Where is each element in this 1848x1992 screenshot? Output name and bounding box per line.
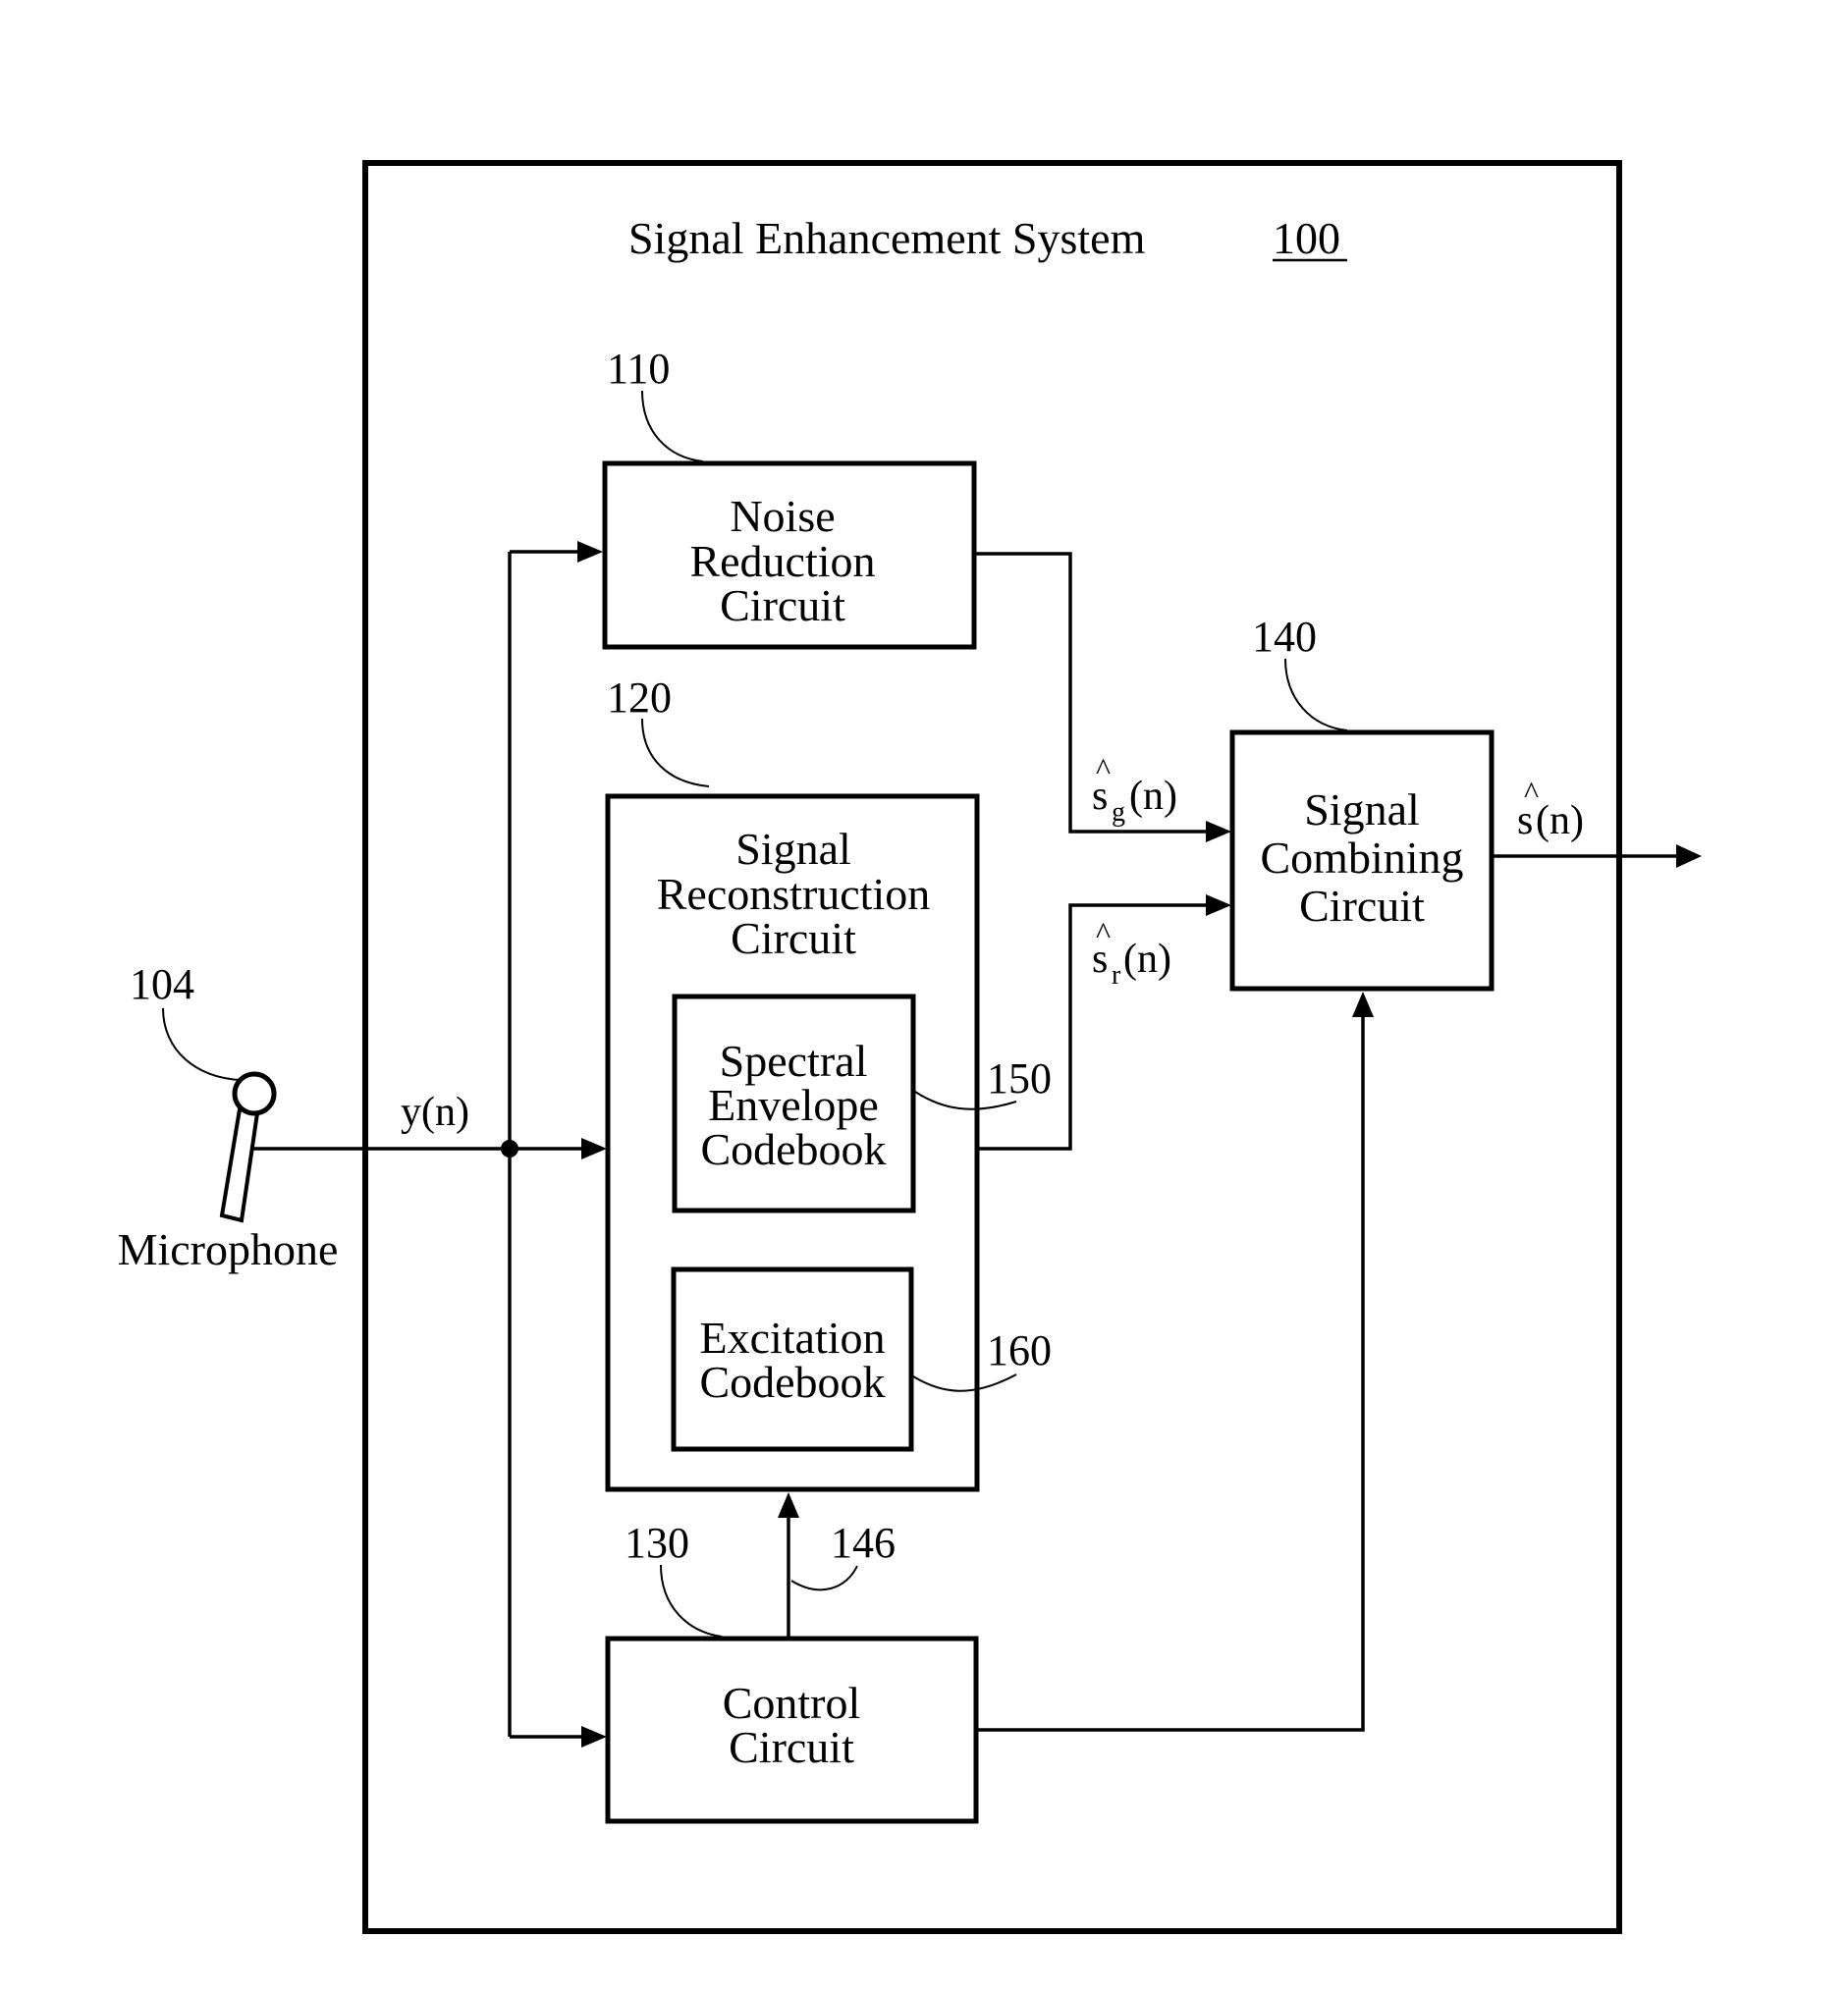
control-leader-line xyxy=(660,1564,723,1638)
signal-reconstruction-label-line1: Signal xyxy=(735,824,851,874)
excitation-ref-number: 160 xyxy=(987,1326,1052,1374)
signal-reconstruction-block[interactable]: 120 Signal Reconstruction Circuit Spectr… xyxy=(605,673,1052,1492)
noise-output-wiring: ^ s g (n) xyxy=(976,552,1231,842)
noise-reduction-leader-line xyxy=(641,390,704,462)
spectral-envelope-ref-number: 150 xyxy=(987,1054,1052,1103)
block-diagram: Signal Enhancement System 100 104 Microp… xyxy=(118,160,1702,1934)
output-base: s xyxy=(1517,798,1533,843)
control-to-reconstruction-link: 146 xyxy=(778,1492,896,1637)
spectral-envelope-label-line3: Codebook xyxy=(700,1124,886,1174)
arrow-control-to-combiner xyxy=(1352,992,1374,1017)
system-boundary xyxy=(362,160,1622,1934)
arrow-to-control xyxy=(581,1726,607,1748)
arrow-control-to-reconstruction xyxy=(778,1492,799,1518)
reconstruction-output-wiring: ^ s r (n) xyxy=(979,894,1231,1151)
input-wiring: y(n) xyxy=(251,541,607,1748)
microphone-label: Microphone xyxy=(118,1224,339,1274)
excitation-label-line1: Excitation xyxy=(699,1313,885,1363)
arrow-to-reconstruction xyxy=(581,1138,607,1159)
system-title: Signal Enhancement System xyxy=(628,213,1146,263)
noise-reduction-label-line2: Reduction xyxy=(689,536,875,586)
sr-argument: (n) xyxy=(1123,937,1171,982)
sr-base: s xyxy=(1092,937,1108,982)
signal-combining-leader-line xyxy=(1284,658,1348,731)
signal-combining-label-line1: Signal xyxy=(1304,784,1420,834)
signal-reconstruction-leader-line xyxy=(641,718,710,787)
noise-reduction-ref-number: 110 xyxy=(607,345,670,393)
signal-reconstruction-ref-number: 120 xyxy=(607,673,672,722)
arrow-sr-to-combiner xyxy=(1206,894,1231,916)
spectral-envelope-label-line1: Spectral xyxy=(720,1036,868,1086)
signal-combining-block[interactable]: 140 Signal Combining Circuit xyxy=(1229,613,1495,992)
control-label-line2: Circuit xyxy=(729,1722,854,1772)
signal-combining-ref-number: 140 xyxy=(1252,613,1317,661)
output-arrow xyxy=(1676,844,1702,868)
sg-subscript: g xyxy=(1112,797,1125,828)
spectral-envelope-label-line2: Envelope xyxy=(708,1080,879,1130)
noise-reduction-block[interactable]: 110 Noise Reduction Circuit xyxy=(602,345,977,650)
sr-subscript: r xyxy=(1112,960,1121,991)
control-link-ref-number: 146 xyxy=(831,1519,896,1567)
output-argument: (n) xyxy=(1536,798,1584,843)
control-link-leader-line xyxy=(790,1565,858,1591)
system-ref-number: 100 xyxy=(1273,213,1340,263)
signal-combining-label-line2: Combining xyxy=(1260,833,1463,883)
microphone-head-icon xyxy=(232,1071,277,1116)
microphone: 104 Microphone xyxy=(118,960,339,1274)
signal-reconstruction-label-line3: Circuit xyxy=(731,913,856,963)
system-output: ^ s (n) xyxy=(1494,775,1702,868)
signal-reconstruction-label-line2: Reconstruction xyxy=(657,869,931,919)
microphone-handle-icon xyxy=(219,1106,260,1223)
spectral-envelope-codebook-block[interactable]: Spectral Envelope Codebook xyxy=(672,994,916,1213)
microphone-ref-number: 104 xyxy=(130,960,194,1008)
noise-reduction-label-line3: Circuit xyxy=(720,580,845,630)
microphone-leader-line xyxy=(162,1007,242,1081)
arrow-sg-to-combiner xyxy=(1206,821,1231,842)
excitation-codebook-block[interactable]: Excitation Codebook xyxy=(671,1266,914,1452)
input-signal-label: y(n) xyxy=(401,1090,469,1135)
control-ref-number: 130 xyxy=(625,1519,689,1567)
noise-reduction-label-line1: Noise xyxy=(730,491,835,541)
control-block[interactable]: 130 Control Circuit xyxy=(605,1519,979,1824)
control-label-line1: Control xyxy=(723,1678,861,1728)
arrow-to-noise-reduction xyxy=(577,541,603,563)
excitation-label-line2: Codebook xyxy=(699,1357,885,1407)
signal-combining-label-line3: Circuit xyxy=(1299,881,1425,931)
sg-argument: (n) xyxy=(1129,774,1177,819)
sg-base: s xyxy=(1092,774,1108,819)
